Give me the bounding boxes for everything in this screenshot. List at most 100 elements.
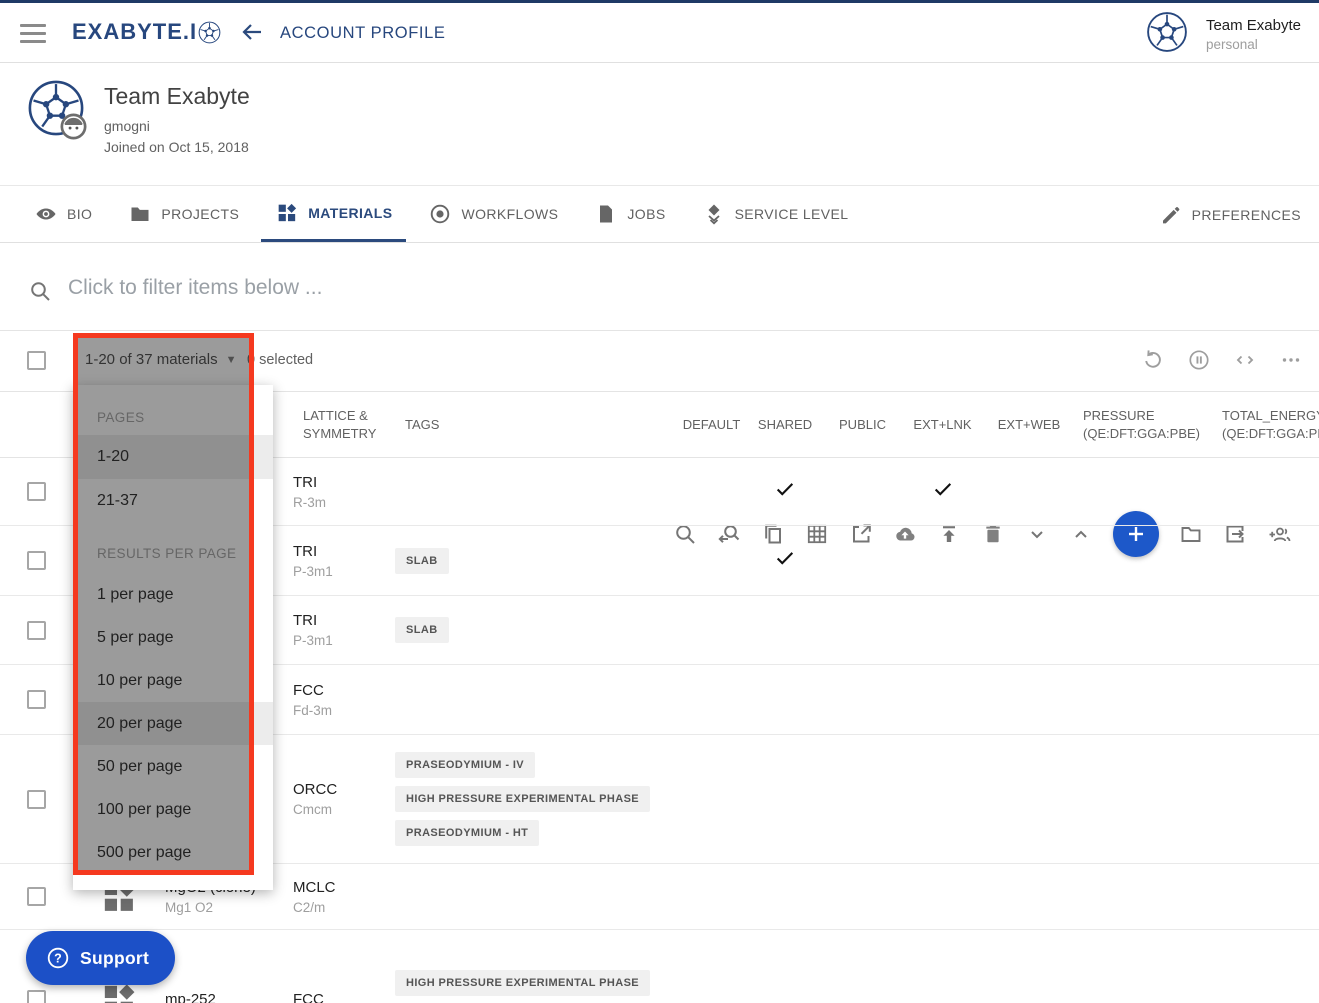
row-checkbox[interactable] (27, 790, 46, 809)
menu-item-1-20[interactable]: 1-20 (73, 435, 273, 479)
lattice-type: ORCC (293, 781, 395, 798)
column-header-ext_web[interactable]: EXT+WEB (985, 392, 1073, 457)
material-name-cell[interactable]: mp-252 (165, 991, 293, 1003)
tags-cell: HIGH PRESSURE EXPERIMENTAL PHASEBERYLLIU… (395, 970, 678, 1003)
layers-icon (702, 202, 726, 226)
column-header-default[interactable]: DEFAULT (678, 392, 745, 457)
tab-label: PROJECTS (161, 206, 239, 222)
row-checkbox-cell (0, 621, 73, 640)
record-icon (428, 202, 452, 226)
filter-bar: Click to filter items below ... (0, 243, 1319, 331)
material-icon (73, 983, 165, 1003)
more-icon[interactable] (1279, 348, 1303, 372)
menu-item-100-per-page[interactable]: 100 per page (73, 788, 273, 831)
tag-high-pressure-experimental-phase[interactable]: HIGH PRESSURE EXPERIMENTAL PHASE (395, 970, 650, 996)
menu-item-21-37[interactable]: 21-37 (73, 479, 273, 523)
check-icon (774, 478, 796, 505)
menu-item-20-per-page[interactable]: 20 per page (73, 702, 273, 745)
material-name: mp-252 (165, 991, 293, 1003)
tag-high-pressure-experimental-phase[interactable]: HIGH PRESSURE EXPERIMENTAL PHASE (395, 786, 650, 812)
tag-praseodymium-ht[interactable]: PRASEODYMIUM - HT (395, 820, 539, 846)
menu-item-1-per-page[interactable]: 1 per page (73, 573, 273, 616)
filter-input[interactable]: Click to filter items below ... (68, 276, 322, 300)
tags-cell: SLAB (395, 548, 678, 574)
selection-toolbar: 1-20 of 37 materials ▼ 0 selected (0, 331, 1319, 392)
tab-workflows[interactable]: WORKFLOWS (414, 186, 572, 242)
column-header-pressure[interactable]: PRESSURE(QE:DFT:GGA:PBE) (1073, 392, 1212, 457)
menu-icon[interactable] (20, 24, 46, 44)
ext-lnk-cell (900, 478, 985, 505)
logo-text: EXABYTE.I (72, 19, 197, 45)
pause-icon[interactable] (1187, 348, 1211, 372)
tag-praseodymium-iv[interactable]: PRASEODYMIUM - IV (395, 752, 535, 778)
menu-item-500-per-page[interactable]: 500 per page (73, 831, 273, 874)
tab-label: SERVICE LEVEL (735, 206, 849, 222)
refresh-icon[interactable] (1141, 348, 1165, 372)
column-header-total_energy[interactable]: TOTAL_ENERGY(QE:DFT:GGA:PBE) (1212, 392, 1319, 457)
menu-header-results-per-page: RESULTS PER PAGE (73, 533, 273, 573)
eye-icon (34, 202, 58, 226)
exabyte-logo[interactable]: EXABYTE.I (72, 19, 221, 45)
symmetry-group: R-3m (293, 495, 395, 510)
folder-filled-icon (128, 202, 152, 226)
table-actions (1141, 348, 1303, 372)
menu-item-5-per-page[interactable]: 5 per page (73, 616, 273, 659)
row-checkbox-cell (0, 690, 73, 709)
select-all-checkbox[interactable] (27, 351, 46, 370)
row-checkbox[interactable] (27, 482, 46, 501)
row-checkbox[interactable] (27, 690, 46, 709)
row-checkbox-cell (0, 551, 73, 570)
tab-projects[interactable]: PROJECTS (114, 186, 253, 242)
lattice-cell: TRIP-3m1 (293, 612, 395, 648)
column-header-shared[interactable]: SHARED (745, 392, 825, 457)
lattice-cell: ORCC Cmcm (293, 781, 395, 817)
lattice-type: FCC (293, 682, 395, 699)
pagination-dropdown[interactable]: 1-20 of 37 materials ▼ (85, 351, 236, 368)
check-icon (774, 547, 796, 574)
lattice-cell: TRI R-3m (293, 474, 395, 510)
svg-text:?: ? (54, 951, 62, 965)
tab-jobs[interactable]: JOBS (580, 186, 679, 242)
symmetry-group: C2/m (293, 900, 395, 915)
column-header-ext_lnk[interactable]: EXT+LNK (900, 392, 985, 457)
column-header-lattice[interactable]: LATTICE &SYMMETRY (293, 392, 395, 457)
tags-cell: PRASEODYMIUM - IV HIGH PRESSURE EXPERIMEN… (395, 752, 678, 846)
lattice-type: TRI (293, 543, 395, 560)
tag-slab[interactable]: SLAB (395, 548, 449, 574)
lattice-type: TRI (293, 474, 395, 491)
tag-slab[interactable]: SLAB (395, 617, 449, 643)
app-bar: EXABYTE.I ACCOUNT PROFILE Team Exabyte p… (0, 3, 1319, 63)
back-arrow-icon[interactable] (240, 20, 264, 44)
material-formula: Mg1 O2 (165, 900, 293, 915)
lattice-type: FCC (293, 991, 395, 1003)
row-checkbox[interactable] (27, 990, 46, 1003)
tab-bio[interactable]: BIO (20, 186, 106, 242)
shared-cell (745, 478, 825, 505)
column-header-public[interactable]: PUBLIC (825, 392, 900, 457)
tab-label: BIO (67, 206, 92, 222)
logo-ball-icon (197, 20, 221, 44)
symmetry-group: Cmcm (293, 802, 395, 817)
column-header-tags[interactable]: TAGS (395, 392, 678, 457)
pagination-menu: PAGES1-2021-37RESULTS PER PAGE1 per page… (73, 385, 273, 890)
tab-materials[interactable]: MATERIALS (261, 186, 406, 242)
account-switcher[interactable]: Team Exabyte personal (1146, 11, 1301, 58)
search-icon (28, 279, 52, 303)
menu-item-50-per-page[interactable]: 50 per page (73, 745, 273, 788)
row-checkbox[interactable] (27, 551, 46, 570)
selected-count: 0 selected (247, 352, 313, 368)
menu-item-10-per-page[interactable]: 10 per page (73, 659, 273, 702)
row-checkbox[interactable] (27, 621, 46, 640)
tab-label: MATERIALS (308, 205, 392, 221)
pencil-icon (1159, 203, 1183, 227)
tags-cell: SLAB (395, 617, 678, 643)
check-icon (932, 478, 954, 505)
column-header-checkbox (0, 392, 73, 457)
tab-preferences[interactable]: PREFERENCES (1159, 186, 1301, 244)
code-icon[interactable] (1233, 348, 1257, 372)
tab-label: WORKFLOWS (461, 206, 558, 222)
row-checkbox[interactable] (27, 887, 46, 906)
support-button[interactable]: ? Support (26, 931, 175, 985)
tab-service-level[interactable]: SERVICE LEVEL (688, 186, 863, 242)
user-name: Team Exabyte (1206, 17, 1301, 34)
